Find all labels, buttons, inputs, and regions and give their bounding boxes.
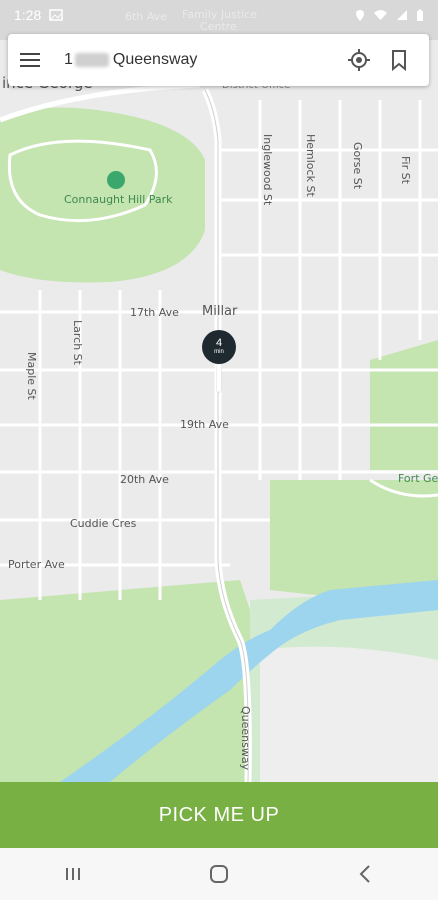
back-icon[interactable] bbox=[335, 852, 395, 896]
label-larch: Larch St bbox=[71, 320, 84, 365]
label-inglewood: Inglewood St bbox=[261, 134, 274, 206]
home-icon[interactable] bbox=[189, 852, 249, 896]
label-20th-ave: 20th Ave bbox=[120, 473, 169, 486]
label-queensway: Queensway bbox=[239, 706, 252, 771]
label-17th-ave: 17th Ave bbox=[130, 306, 179, 319]
address-number: 1 bbox=[64, 51, 73, 68]
pin-eta-unit: min bbox=[214, 349, 224, 355]
location-icon bbox=[356, 9, 364, 21]
address-street: Queensway bbox=[112, 51, 198, 68]
pin-stem bbox=[217, 364, 221, 392]
map-view[interactable]: 6th Ave Family Justice Centre District O… bbox=[0, 0, 438, 782]
address-redacted bbox=[74, 53, 109, 67]
wifi-icon bbox=[374, 10, 387, 20]
pickup-pin[interactable]: 4 min bbox=[202, 330, 236, 364]
signal-icon bbox=[397, 10, 407, 20]
status-time: 1:28 bbox=[14, 7, 42, 23]
label-19th-ave: 19th Ave bbox=[180, 418, 229, 431]
label-gorse: Gorse St bbox=[351, 142, 364, 190]
label-hemlock: Hemlock St bbox=[304, 134, 317, 197]
pin-eta-minutes: 4 bbox=[215, 337, 223, 349]
system-nav-bar bbox=[0, 848, 438, 900]
label-maple: Maple St bbox=[25, 352, 38, 400]
pick-me-up-button[interactable]: PICK ME UP bbox=[0, 782, 438, 848]
bookmark-icon[interactable] bbox=[379, 40, 419, 80]
gallery-icon bbox=[49, 9, 63, 21]
label-porter-ave: Porter Ave bbox=[8, 558, 65, 571]
label-fir: Fir St bbox=[399, 156, 412, 184]
label-connaught-park: Connaught Hill Park bbox=[64, 193, 173, 206]
label-fort-george: Fort Ge bbox=[398, 472, 438, 485]
label-cuddie-cres: Cuddie Cres bbox=[70, 517, 137, 530]
status-bar: 1:28 bbox=[0, 0, 438, 30]
recents-icon[interactable] bbox=[43, 852, 103, 896]
my-location-icon[interactable] bbox=[339, 40, 379, 80]
address-search-bar[interactable]: 1 Queensway bbox=[8, 34, 429, 86]
pickup-address[interactable]: 1 Queensway bbox=[64, 51, 339, 69]
label-millar: Millar bbox=[202, 304, 238, 319]
battery-icon bbox=[417, 9, 423, 21]
hamburger-menu-icon[interactable] bbox=[20, 46, 48, 74]
